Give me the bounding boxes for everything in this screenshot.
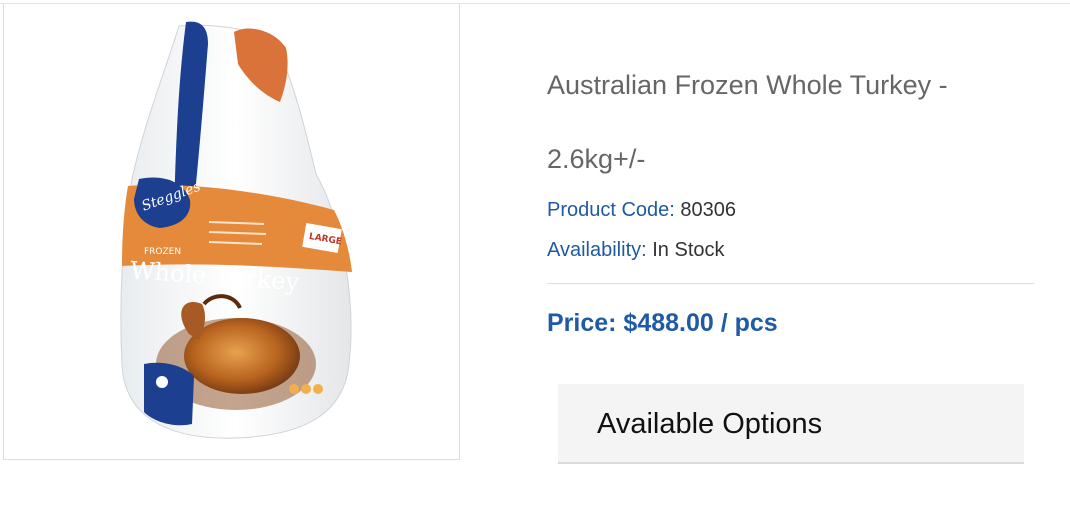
product-page: Steggles FROZEN Whole Turkey LARGE Austr… [0,0,1070,512]
info-divider [547,283,1034,284]
product-image[interactable]: Steggles FROZEN Whole Turkey LARGE [3,4,460,460]
product-code-row: Product Code: 80306 [547,199,736,222]
package-frozen-text: FROZEN [144,247,181,257]
availability-label: Availability: [547,239,647,261]
product-title: Australian Frozen Whole Turkey - 2.6kg+/… [547,48,1047,196]
available-options-panel[interactable]: Available Options [558,384,1024,464]
availability-value: In Stock [652,239,725,261]
product-code-value: 80306 [680,199,737,221]
product-title-line1: Australian Frozen Whole Turkey - [547,70,948,100]
availability-row: Availability: In Stock [547,239,725,262]
turkey-package-image: Steggles FROZEN Whole Turkey LARGE [120,21,352,439]
product-code-label: Product Code: [547,199,675,221]
available-options-heading: Available Options [597,408,823,440]
product-title-line2: 2.6kg+/- [547,144,646,174]
product-price: Price: $488.00 / pcs [547,309,778,337]
